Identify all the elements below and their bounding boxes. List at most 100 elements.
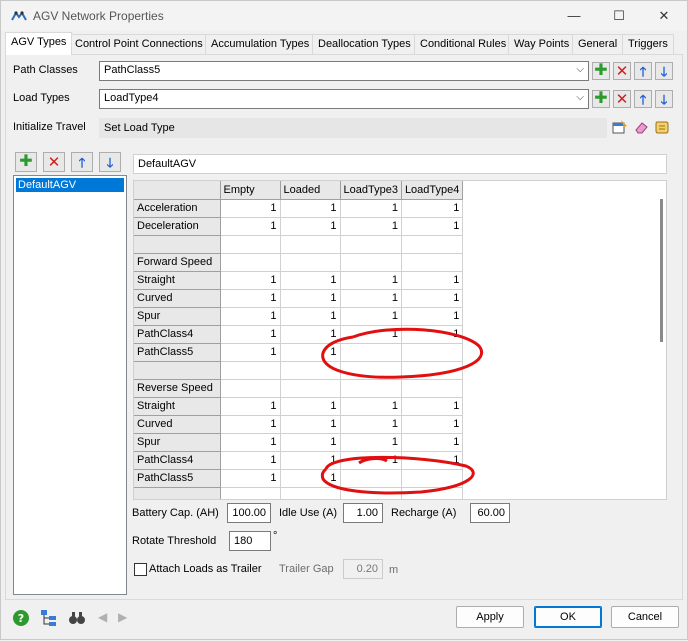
table-cell[interactable] [220, 235, 281, 254]
cancel-button[interactable]: Cancel [611, 606, 679, 628]
table-cell[interactable] [280, 235, 341, 254]
back-arrow-icon[interactable]: ◀ [98, 610, 107, 624]
table-cell[interactable] [280, 379, 341, 398]
table-cell[interactable]: 1 [401, 325, 464, 344]
table-cell[interactable] [401, 235, 464, 254]
table-cell[interactable] [340, 343, 402, 362]
table-cell[interactable]: 1 [280, 451, 341, 470]
binoculars-icon[interactable] [68, 609, 86, 627]
table-cell[interactable]: 1 [220, 397, 281, 416]
table-cell[interactable]: 1 [340, 307, 402, 326]
remove-load-type-button[interactable]: ✕ [613, 90, 631, 108]
table-cell[interactable]: 1 [340, 415, 402, 434]
tab-agv-types[interactable]: AGV Types [5, 32, 73, 55]
table-cell[interactable]: 1 [401, 451, 464, 470]
idle-use-input[interactable]: 1.00 [343, 503, 383, 523]
tab-control-point-connections[interactable]: Control Point Connections [69, 34, 209, 54]
table-cell[interactable] [340, 469, 402, 488]
table-cell[interactable]: 1 [280, 469, 341, 488]
table-cell[interactable]: 1 [401, 397, 464, 416]
script-scroll-icon[interactable] [654, 119, 670, 135]
table-cell[interactable]: 1 [401, 415, 464, 434]
column-header[interactable]: Loaded [280, 181, 341, 200]
agv-name-field[interactable]: DefaultAGV [133, 154, 667, 174]
column-header[interactable]: LoadType4 [401, 181, 464, 200]
tab-accumulation-types[interactable]: Accumulation Types [205, 34, 316, 54]
maximize-button[interactable]: ☐ [599, 5, 639, 27]
row-header[interactable]: Curved [134, 289, 221, 308]
add-load-type-button[interactable]: ✚ [592, 90, 610, 108]
path-classes-combo[interactable]: PathClass5 ⌵ [99, 61, 589, 81]
move-load-type-down-button[interactable]: 🡓 [655, 90, 673, 108]
table-cell[interactable]: 1 [401, 433, 464, 452]
tab-deallocation-types[interactable]: Deallocation Types [312, 34, 417, 54]
row-header[interactable]: PathClass5 [134, 343, 221, 362]
rotate-threshold-input[interactable]: 180 [229, 531, 271, 551]
add-path-class-button[interactable]: ✚ [592, 62, 610, 80]
table-cell[interactable] [401, 253, 464, 272]
table-cell[interactable] [401, 361, 464, 380]
row-header[interactable]: Forward Speed [134, 253, 221, 272]
attach-loads-label[interactable]: Attach Loads as Trailer [149, 563, 262, 575]
trailer-gap-input[interactable]: 0.20 [343, 559, 383, 579]
table-cell[interactable]: 1 [401, 307, 464, 326]
table-cell[interactable]: 1 [280, 289, 341, 308]
move-load-type-up-button[interactable]: 🡑 [634, 90, 652, 108]
table-cell[interactable]: 1 [220, 217, 281, 236]
help-icon[interactable]: ? [12, 609, 30, 627]
table-cell[interactable] [280, 253, 341, 272]
table-cell[interactable]: 1 [220, 343, 281, 362]
load-types-combo[interactable]: LoadType4 ⌵ [99, 89, 589, 109]
table-cell[interactable] [220, 361, 281, 380]
table-cell[interactable] [220, 487, 281, 499]
table-cell[interactable] [340, 361, 402, 380]
scroll-thumb[interactable] [660, 199, 663, 342]
table-cell[interactable]: 1 [280, 217, 341, 236]
recharge-input[interactable]: 60.00 [470, 503, 510, 523]
row-header[interactable] [134, 487, 221, 499]
column-header[interactable]: LoadType3 [340, 181, 402, 200]
table-cell[interactable]: 1 [401, 289, 464, 308]
move-agv-down-button[interactable]: 🡓 [99, 152, 121, 172]
move-agv-up-button[interactable]: 🡑 [71, 152, 93, 172]
tree-view-icon[interactable] [40, 609, 58, 627]
row-header[interactable]: Straight [134, 271, 221, 290]
table-cell[interactable] [401, 487, 464, 499]
table-cell[interactable] [220, 379, 281, 398]
table-cell[interactable]: 1 [340, 325, 402, 344]
add-agv-button[interactable]: ✚ [15, 152, 37, 172]
table-cell[interactable]: 1 [340, 397, 402, 416]
agv-type-list[interactable]: DefaultAGV [13, 175, 127, 595]
table-cell[interactable]: 1 [280, 343, 341, 362]
table-cell[interactable] [340, 487, 402, 499]
table-cell[interactable] [401, 343, 464, 362]
remove-path-class-button[interactable]: ✕ [613, 62, 631, 80]
table-cell[interactable]: 1 [280, 433, 341, 452]
eraser-icon[interactable] [633, 119, 649, 135]
row-header[interactable]: PathClass4 [134, 325, 221, 344]
table-cell[interactable]: 1 [340, 199, 402, 218]
table-cell[interactable]: 1 [280, 325, 341, 344]
tab-way-points[interactable]: Way Points [508, 34, 576, 54]
table-cell[interactable]: 1 [220, 415, 281, 434]
template-properties-icon[interactable] [612, 119, 628, 135]
table-cell[interactable]: 1 [220, 433, 281, 452]
remove-agv-button[interactable]: ✕ [43, 152, 65, 172]
table-cell[interactable] [280, 361, 341, 380]
close-button[interactable]: ✕ [644, 5, 684, 27]
table-cell[interactable]: 1 [401, 199, 464, 218]
table-scrollbar[interactable] [658, 199, 664, 499]
row-header[interactable]: Acceleration [134, 199, 221, 218]
row-header[interactable]: Curved [134, 415, 221, 434]
table-cell[interactable] [340, 235, 402, 254]
table-cell[interactable]: 1 [340, 289, 402, 308]
row-header[interactable]: Spur [134, 433, 221, 452]
table-cell[interactable]: 1 [340, 433, 402, 452]
initialize-travel-field[interactable]: Set Load Type [99, 118, 607, 138]
battery-capacity-input[interactable]: 100.00 [227, 503, 271, 523]
ok-button[interactable]: OK [534, 606, 602, 628]
row-header[interactable]: PathClass4 [134, 451, 221, 470]
row-header[interactable] [134, 361, 221, 380]
table-cell[interactable] [401, 379, 464, 398]
table-cell[interactable]: 1 [280, 199, 341, 218]
